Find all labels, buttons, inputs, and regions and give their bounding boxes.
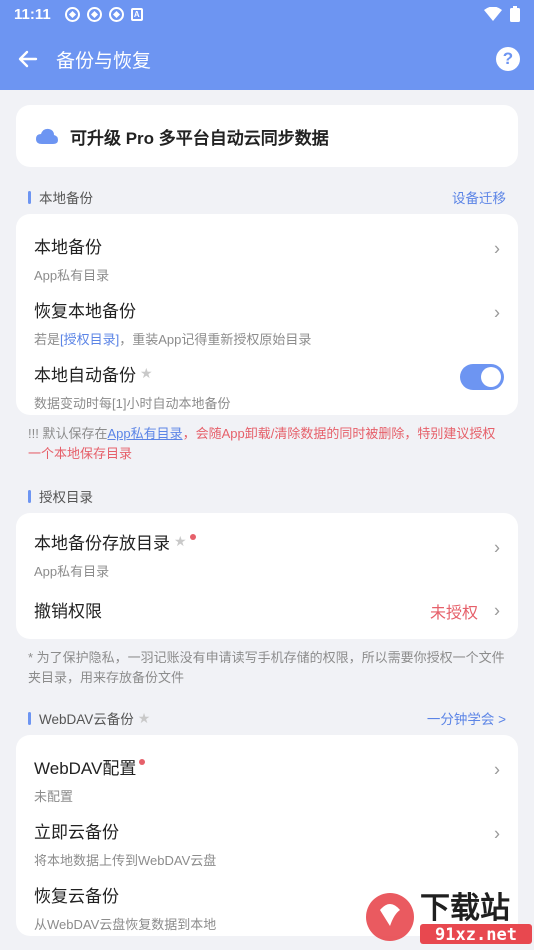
status-bar: 11:11 A [0, 0, 534, 28]
status-system-icons [484, 6, 520, 22]
row-title: 立即云备份 [34, 823, 119, 842]
warning-prefix: !!! 默认保存在 [28, 426, 108, 441]
help-icon[interactable]: ? [496, 47, 520, 71]
chevron-right-icon: › [494, 600, 500, 621]
svg-text:下载站: 下载站 [420, 891, 510, 926]
private-dir-link[interactable]: App私有目录 [107, 426, 182, 441]
section-marker [28, 711, 31, 725]
chevron-right-icon: › [494, 238, 500, 259]
webdav-config-row[interactable]: WebDAV配置 未配置 › [16, 738, 518, 804]
section-marker [28, 489, 31, 503]
star-icon: ★ [140, 365, 153, 381]
section-webdav: WebDAV云备份 ★ 一分钟学会 > [28, 708, 506, 728]
notification-badge-icon: A [130, 7, 143, 21]
star-icon: ★ [137, 709, 151, 726]
revoke-permission-row[interactable]: 撤销权限 未授权 › [16, 583, 518, 639]
cloud-backup-now-row[interactable]: 立即云备份 将本地数据上传到WebDAV云盘 › [16, 802, 518, 868]
section-marker [28, 190, 31, 204]
cloud-icon [36, 128, 58, 144]
chevron-right-icon: › [494, 759, 500, 780]
device-migration-link[interactable]: 设备迁移 [452, 187, 506, 207]
section-title: 授权目录 [39, 490, 93, 505]
row-subtitle: App私有目录 [34, 564, 110, 579]
section-authorized-dir: 授权目录 [28, 486, 506, 506]
chevron-right-icon: › [494, 537, 500, 558]
chevron-right-icon: › [494, 823, 500, 844]
section-title: 本地备份 [39, 191, 93, 206]
sync-notification-icon [64, 6, 80, 22]
app-bar: 备份与恢复 ? [0, 28, 534, 90]
local-backup-row[interactable]: 本地备份 App私有目录 › [16, 217, 518, 283]
section-title: WebDAV云备份 [39, 712, 134, 727]
row-title: 本地自动备份 ★ [34, 361, 500, 386]
row-title: 本地备份存放目录 ★ [34, 529, 500, 554]
backup-storage-dir-row[interactable]: 本地备份存放目录 ★ App私有目录 › [16, 513, 518, 583]
new-badge-dot [139, 758, 146, 765]
sync-notification-icon [86, 6, 102, 22]
row-title: WebDAV配置 [34, 754, 500, 779]
row-title: 本地备份 [34, 238, 102, 257]
svg-text:91xz.net: 91xz.net [435, 925, 517, 945]
section-local-backup: 本地备份 设备迁移 [28, 187, 506, 207]
authorized-dir-card: 本地备份存放目录 ★ App私有目录 › 撤销权限 未授权 › [16, 513, 518, 639]
auto-backup-row: 本地自动备份 ★ 数据变动时每[1]小时自动本地备份 [16, 345, 518, 411]
auto-backup-toggle[interactable] [460, 364, 504, 390]
sync-notification-icon [108, 6, 124, 22]
row-title: 恢复本地备份 [34, 302, 136, 321]
privacy-note: * 为了保护隐私，一羽记账没有申请读写手机存储的权限，所以需要你授权一个文件夹目… [28, 650, 505, 685]
row-title-text: 本地自动备份 [34, 366, 136, 385]
status-time: 11:11 [14, 5, 51, 23]
local-backup-card: 本地备份 App私有目录 › 恢复本地备份 若是[授权目录]，重装App记得重新… [16, 214, 518, 415]
row-title-text: 本地备份存放目录 [34, 534, 170, 553]
learn-in-one-minute-link[interactable]: 一分钟学会 > [427, 708, 506, 728]
row-title-text: WebDAV配置 [34, 759, 137, 778]
site-watermark-logo: 下载站 91xz.net [366, 891, 532, 945]
new-badge-dot [189, 533, 196, 540]
upgrade-pro-card[interactable]: 可升级 Pro 多平台自动云同步数据 [16, 105, 518, 167]
chevron-right-icon: › [494, 302, 500, 323]
upgrade-pro-label: 可升级 Pro 多平台自动云同步数据 [70, 128, 329, 148]
permission-status: 未授权 [429, 605, 478, 622]
wifi-icon [484, 7, 502, 21]
status-notifications: A [64, 6, 143, 22]
page-title: 备份与恢复 [56, 50, 152, 72]
battery-icon [510, 6, 520, 22]
restore-local-backup-row[interactable]: 恢复本地备份 若是[授权目录]，重装App记得重新授权原始目录 › [16, 281, 518, 347]
local-backup-warning: !!! 默认保存在App私有目录，会随App卸载/清除数据的同时被删除，特别建议… [28, 424, 508, 464]
star-icon: ★ [174, 533, 187, 549]
row-subtitle: 数据变动时每[1]小时自动本地备份 [34, 396, 231, 411]
back-arrow-icon[interactable] [16, 47, 40, 71]
